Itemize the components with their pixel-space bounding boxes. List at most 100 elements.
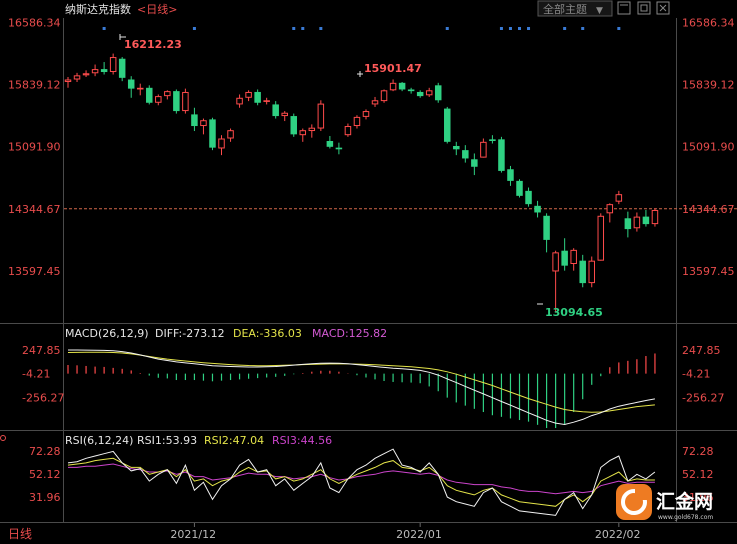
candle	[371, 96, 379, 107]
gold678-logo: 汇金网 www.gold678.com	[616, 484, 713, 521]
price-tick-right: 16586.34	[682, 16, 735, 29]
rsi3-line	[68, 463, 655, 495]
rsi-tick-left: 31.96	[29, 491, 61, 504]
event-markers	[102, 27, 621, 30]
candle	[146, 85, 153, 105]
event-marker	[292, 27, 296, 30]
candle	[308, 124, 316, 138]
candle	[136, 83, 144, 96]
candle	[471, 153, 478, 176]
candle	[344, 123, 352, 137]
theme-select[interactable]: 全部主题 ▼	[537, 0, 613, 17]
chart-title: 纳斯达克指数	[65, 2, 131, 16]
rsi-tick-right: 52.12	[682, 468, 714, 481]
candle	[507, 165, 514, 186]
close-icon[interactable]	[656, 1, 670, 15]
candle	[236, 94, 243, 108]
candle	[425, 87, 433, 97]
price-axis-left: 16586.34 15839.12 15091.90 14344.67 13597.45	[8, 16, 61, 277]
candle	[642, 209, 650, 227]
candle	[353, 115, 361, 129]
high-annotation-2: 15901.47	[357, 62, 422, 77]
candle	[209, 117, 216, 151]
macd-diff-line	[68, 349, 655, 426]
period-label[interactable]: <日线>	[137, 2, 177, 16]
macd-diff-label: DIFF:-273.12	[155, 327, 225, 340]
price-tick-right: 15839.12	[682, 79, 735, 92]
candle	[516, 179, 523, 198]
candle	[362, 109, 370, 120]
macd-dea-line	[67, 351, 655, 413]
event-marker	[508, 27, 512, 30]
candle	[380, 89, 388, 103]
chevron-down-icon: ▼	[596, 6, 603, 16]
event-marker	[563, 27, 567, 30]
period-tab[interactable]: 日线	[8, 527, 32, 541]
rsi-title: RSI(6,12,24)	[65, 434, 133, 447]
candle	[606, 203, 614, 223]
event-marker	[102, 27, 106, 30]
candle	[561, 238, 568, 271]
maximize-icon[interactable]	[637, 1, 651, 15]
price-tick-right: 13597.45	[682, 265, 735, 278]
date-label: 2022/01	[396, 528, 442, 541]
low-label: 13094.65	[545, 306, 603, 319]
price-tick-left: 14344.67	[8, 203, 61, 216]
event-marker	[499, 27, 503, 30]
candle	[227, 128, 234, 142]
macd-axis-left: 247.85 -4.21 -256.27	[22, 344, 64, 404]
candle	[164, 90, 171, 100]
candle	[398, 81, 406, 92]
candle	[82, 70, 90, 78]
event-marker	[319, 27, 323, 30]
price-tick-left: 13597.45	[8, 265, 61, 278]
macd-tick-right: -4.21	[682, 368, 710, 381]
candles	[64, 53, 659, 313]
candle	[462, 145, 469, 163]
candle	[453, 141, 460, 156]
rsi-tick-right: 72.28	[682, 445, 714, 458]
event-marker	[581, 27, 585, 30]
candle	[118, 57, 126, 82]
macd-tick-right: 247.85	[682, 344, 721, 357]
low-annotation: 13094.65	[537, 303, 603, 319]
candle	[389, 79, 397, 92]
rsi3-label: RSI3:44.56	[272, 434, 332, 447]
candle	[444, 106, 451, 144]
candle	[290, 113, 297, 137]
price-tick-left: 15839.12	[8, 79, 61, 92]
candle	[182, 88, 189, 114]
candle	[615, 190, 623, 205]
rsi-tick-left: 72.28	[29, 445, 61, 458]
macd-axis-right: 247.85 -4.21 -256.27	[682, 344, 724, 404]
rsi1-label: RSI1:53.93	[137, 434, 197, 447]
high-annotation-1: 16212.23	[119, 34, 182, 51]
event-marker	[617, 27, 621, 30]
panel-frames	[0, 18, 737, 523]
candle	[633, 212, 641, 232]
price-tick-left: 16586.34	[8, 16, 61, 29]
macd-tick-left: 247.85	[22, 344, 61, 357]
candle	[434, 82, 442, 103]
candle	[100, 62, 108, 75]
rsi2-label: RSI2:47.04	[204, 434, 264, 447]
event-marker	[192, 27, 196, 30]
candle	[191, 107, 198, 132]
candle	[624, 211, 632, 238]
high-label-1: 16212.23	[124, 38, 182, 51]
candle	[597, 213, 605, 261]
square-icon[interactable]	[617, 1, 631, 15]
nasdaq-chart: 纳斯达克指数 <日线> 全部主题 ▼ 16586.34 15839.12 15091…	[0, 0, 737, 541]
candle	[588, 256, 595, 288]
candle	[155, 94, 162, 106]
candle	[416, 90, 424, 98]
high-label-2: 15901.47	[364, 62, 422, 75]
rsi-tick-left: 52.12	[29, 468, 61, 481]
macd-dea-label: DEA:-336.03	[233, 327, 302, 340]
candle	[335, 142, 343, 155]
rsi2-line	[67, 457, 655, 507]
candle	[200, 118, 207, 135]
candle	[579, 254, 586, 288]
candle	[173, 89, 180, 114]
rsi1-line	[67, 448, 656, 516]
